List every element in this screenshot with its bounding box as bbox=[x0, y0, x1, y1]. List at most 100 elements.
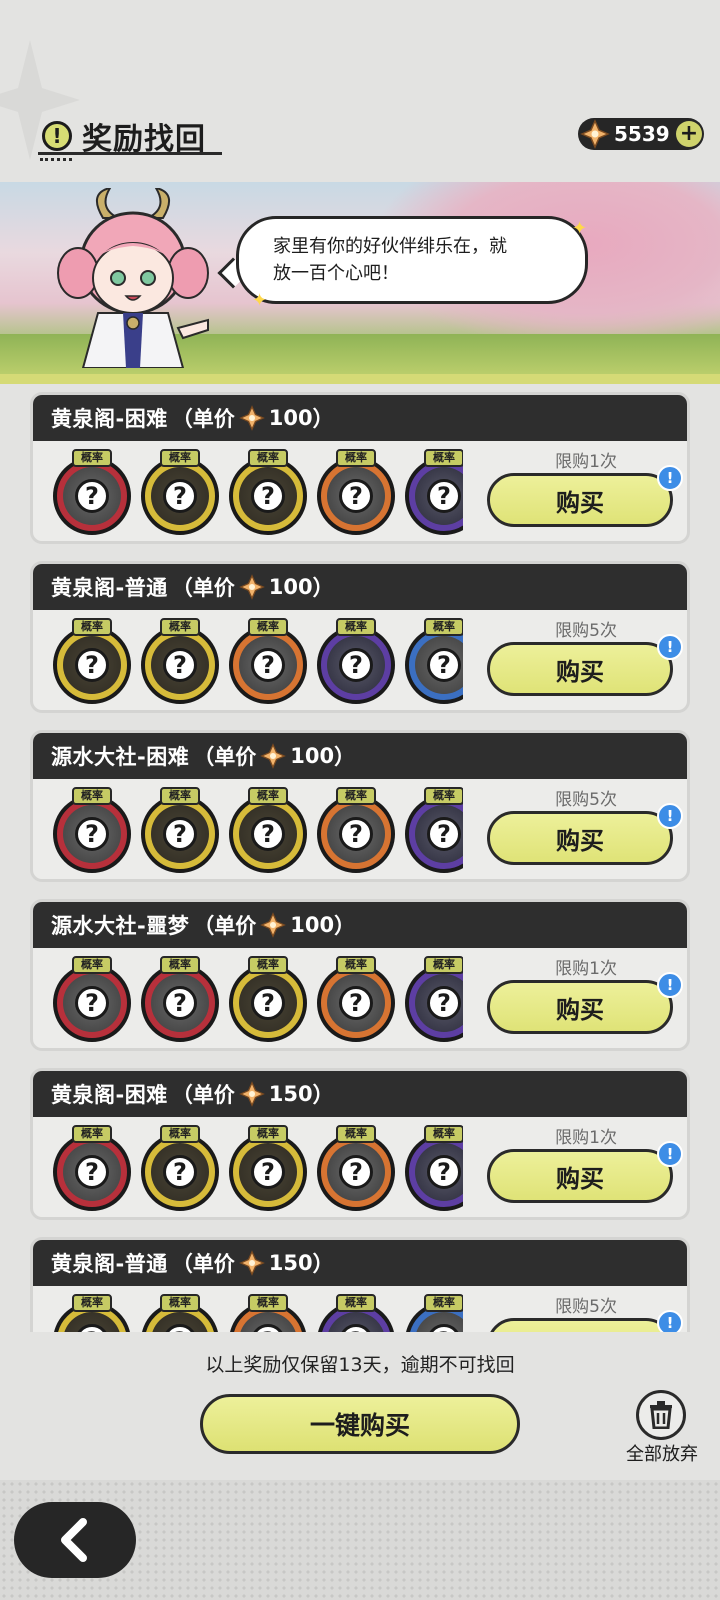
reward-items: ? 概率 ? 概率 ? 概率 ? 概率 bbox=[53, 1125, 463, 1215]
gem-icon bbox=[238, 1081, 265, 1107]
reward-item[interactable]: ? bbox=[53, 964, 131, 1042]
reward-list[interactable]: 黄泉阁-困难 （单价 100 ） ? 概率 ? 概率 ? 概率 ? 概率 ? 概… bbox=[30, 392, 690, 1332]
reward-item-image: ? bbox=[239, 1143, 297, 1201]
question-mark-icon: ? bbox=[163, 479, 197, 513]
reward-item[interactable]: ? bbox=[229, 457, 307, 535]
rate-tag: 概率 bbox=[336, 1125, 376, 1143]
rate-tag: 概率 bbox=[336, 618, 376, 636]
buy-button[interactable]: 购买 bbox=[487, 642, 673, 696]
question-mark-icon: ? bbox=[163, 1155, 197, 1189]
reward-item[interactable]: ? bbox=[405, 1133, 463, 1211]
reward-item[interactable]: ? bbox=[141, 1133, 219, 1211]
reward-item-image: ? bbox=[327, 636, 385, 694]
rate-tag: 概率 bbox=[424, 449, 463, 467]
reward-item[interactable]: ? bbox=[53, 795, 131, 873]
reward-item-image: ? bbox=[415, 805, 463, 863]
question-mark-icon: ? bbox=[251, 1324, 285, 1332]
question-mark-icon: ? bbox=[75, 817, 109, 851]
price-suffix: ） bbox=[312, 576, 334, 600]
rate-tag: 概率 bbox=[248, 449, 288, 467]
reward-items: ? 概率 ? 概率 ? 概率 ? 概率 bbox=[53, 618, 463, 708]
question-mark-icon: ? bbox=[251, 1155, 285, 1189]
reward-item[interactable]: ? bbox=[53, 457, 131, 535]
reward-items: ? 概率 ? 概率 ? 概率 ? 概率 bbox=[53, 956, 463, 1046]
reward-item[interactable]: ? bbox=[141, 626, 219, 704]
rate-tag: 概率 bbox=[160, 787, 200, 805]
reward-card: 黄泉阁-困难 （单价 150 ） ? 概率 ? 概率 ? 概率 ? 概率 ? 概… bbox=[30, 1068, 690, 1220]
rate-tag: 概率 bbox=[424, 1294, 463, 1312]
card-body: ? 概率 ? 概率 ? 概率 ? 概率 bbox=[33, 948, 687, 1048]
buy-button[interactable]: 购买 bbox=[487, 473, 673, 527]
card-body: ? 概率 ? 概率 ? 概率 ? 概率 bbox=[33, 610, 687, 710]
reward-item[interactable]: ? bbox=[141, 964, 219, 1042]
reward-card: 黄泉阁-困难 （单价 100 ） ? 概率 ? 概率 ? 概率 ? 概率 ? 概… bbox=[30, 392, 690, 544]
question-mark-icon: ? bbox=[427, 1324, 461, 1332]
gem-icon bbox=[260, 743, 287, 769]
banner: 家里有你的好伙伴绯乐在，就 放一百个心吧！ ✦ ✦ bbox=[0, 182, 720, 384]
rate-tag: 概率 bbox=[72, 618, 112, 636]
reward-item[interactable]: ? bbox=[317, 626, 395, 704]
buy-button[interactable]: 购买 bbox=[487, 1149, 673, 1203]
buy-button[interactable]: 购买 bbox=[487, 980, 673, 1034]
reward-item[interactable]: ? bbox=[317, 964, 395, 1042]
reward-item[interactable]: ? bbox=[405, 795, 463, 873]
retention-note: 以上奖励仅保留13天，逾期不可找回 bbox=[205, 1354, 515, 1376]
discard-all-button[interactable]: 全部放弃 bbox=[618, 1390, 718, 1465]
question-mark-icon: ? bbox=[163, 1324, 197, 1332]
reward-item[interactable]: ? bbox=[141, 457, 219, 535]
purchase-limit: 限购1次 bbox=[555, 1128, 617, 1148]
reward-item-image: ? bbox=[63, 1312, 121, 1332]
price-suffix: ） bbox=[334, 745, 356, 769]
card-price: 150 bbox=[268, 1251, 313, 1275]
question-mark-icon: ? bbox=[163, 986, 197, 1020]
price-prefix: （单价 bbox=[171, 407, 235, 431]
speech-line-1: 家里有你的好伙伴绯乐在，就 bbox=[273, 236, 507, 257]
gem-icon bbox=[238, 405, 265, 431]
question-mark-icon: ? bbox=[339, 817, 373, 851]
price-suffix: ） bbox=[312, 1083, 334, 1107]
buy-button[interactable]: 购买 bbox=[487, 1318, 673, 1332]
rate-tag: 概率 bbox=[336, 449, 376, 467]
reward-item[interactable]: ? bbox=[405, 964, 463, 1042]
reward-item[interactable]: ? bbox=[229, 626, 307, 704]
reward-item[interactable]: ? bbox=[229, 964, 307, 1042]
question-mark-icon: ? bbox=[163, 817, 197, 851]
card-body: ? 概率 ? 概率 ? 概率 ? 概率 bbox=[33, 441, 687, 541]
reward-item[interactable]: ? bbox=[53, 626, 131, 704]
question-mark-icon: ? bbox=[427, 817, 461, 851]
buy-label: 购买 bbox=[556, 488, 604, 517]
reward-item[interactable]: ? bbox=[317, 795, 395, 873]
alert-icon: ! bbox=[657, 465, 683, 491]
gem-icon bbox=[260, 912, 287, 938]
reward-item[interactable]: ? bbox=[229, 1133, 307, 1211]
buy-label: 购买 bbox=[556, 826, 604, 855]
gem-icon bbox=[238, 574, 265, 600]
title-underline bbox=[38, 152, 222, 155]
price-prefix: （单价 bbox=[171, 1083, 235, 1107]
question-mark-icon: ? bbox=[427, 1155, 461, 1189]
exclamation-icon: ! bbox=[42, 121, 72, 151]
rate-tag: 概率 bbox=[248, 1294, 288, 1312]
reward-item[interactable]: ? bbox=[405, 626, 463, 704]
add-currency-button[interactable]: + bbox=[676, 121, 702, 147]
alert-icon: ! bbox=[657, 803, 683, 829]
reward-item[interactable]: ? bbox=[405, 457, 463, 535]
reward-item[interactable]: ? bbox=[229, 795, 307, 873]
card-title: 黄泉阁-普通 bbox=[51, 576, 168, 600]
rate-tag: 概率 bbox=[424, 618, 463, 636]
reward-item[interactable]: ? bbox=[317, 457, 395, 535]
back-button[interactable] bbox=[14, 1502, 136, 1578]
reward-item[interactable]: ? bbox=[141, 795, 219, 873]
purchase-limit: 限购1次 bbox=[555, 452, 617, 472]
buy-button[interactable]: 购买 bbox=[487, 811, 673, 865]
rate-tag: 概率 bbox=[424, 1125, 463, 1143]
alert-icon: ! bbox=[657, 972, 683, 998]
reward-item-image: ? bbox=[327, 1312, 385, 1332]
reward-card: 源水大社-困难 （单价 100 ） ? 概率 ? 概率 ? 概率 ? 概率 ? … bbox=[30, 730, 690, 882]
reward-item[interactable]: ? bbox=[53, 1133, 131, 1211]
bulk-buy-button[interactable]: 一键购买 bbox=[200, 1394, 520, 1454]
reward-item[interactable]: ? bbox=[317, 1133, 395, 1211]
buy-label: 购买 bbox=[556, 1164, 604, 1193]
rate-tag: 概率 bbox=[248, 956, 288, 974]
buy-label: 购买 bbox=[556, 995, 604, 1024]
